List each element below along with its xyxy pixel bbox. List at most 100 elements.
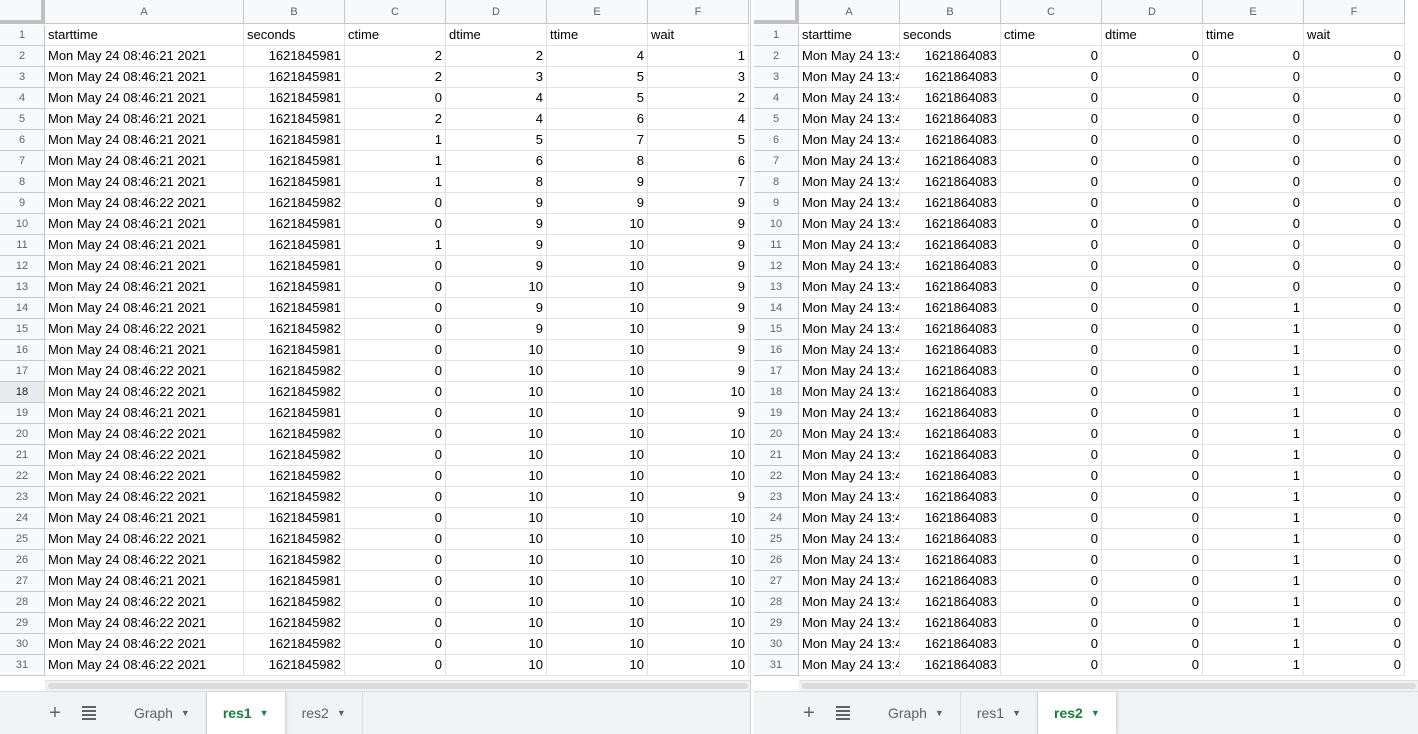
cell-seconds[interactable]: 1621864083 [900,256,1001,277]
cell-wait[interactable]: 7 [648,172,749,193]
cell-ctime[interactable]: 0 [345,193,446,214]
cell-wait[interactable]: 0 [1304,445,1405,466]
cell-ttime[interactable]: 10 [547,361,648,382]
cell-ctime[interactable]: 0 [1001,571,1102,592]
cell-seconds[interactable]: 1621845982 [244,466,345,487]
cell-ttime[interactable]: 10 [547,634,648,655]
cell-starttime[interactable]: Mon May 24 13:46:23 2021 [799,151,900,172]
cell-starttime[interactable]: Mon May 24 13:46:23 2021 [799,655,900,676]
cell-wait[interactable]: 0 [1304,571,1405,592]
cell-seconds[interactable]: 1621864083 [900,88,1001,109]
select-all-corner[interactable] [0,0,45,24]
cell-ttime[interactable]: 1 [1203,340,1304,361]
cell-wait[interactable]: 9 [648,298,749,319]
header-cell-seconds[interactable]: seconds [244,25,345,46]
cell-wait[interactable]: 10 [648,550,749,571]
cell-starttime[interactable]: Mon May 24 08:46:22 2021 [45,592,244,613]
cell-wait[interactable]: 9 [648,277,749,298]
cell-dtime[interactable]: 0 [1102,361,1203,382]
column-header-a[interactable]: A [45,0,244,24]
cell-ttime[interactable]: 6 [547,109,648,130]
row-number-21[interactable]: 21 [754,445,799,466]
cell-ttime[interactable]: 10 [547,508,648,529]
cell-starttime[interactable]: Mon May 24 08:46:22 2021 [45,445,244,466]
column-header-d[interactable]: D [1102,0,1203,24]
cell-ttime[interactable]: 10 [547,550,648,571]
cell-dtime[interactable]: 0 [1102,298,1203,319]
cell-seconds[interactable]: 1621845982 [244,529,345,550]
cell-ttime[interactable]: 10 [547,382,648,403]
column-header-e[interactable]: E [1203,0,1304,24]
cell-starttime[interactable]: Mon May 24 13:46:23 2021 [799,592,900,613]
cell-wait[interactable]: 0 [1304,550,1405,571]
cell-ctime[interactable]: 0 [1001,46,1102,67]
row-number-1[interactable]: 1 [0,25,45,46]
cell-dtime[interactable]: 0 [1102,172,1203,193]
cell-ttime[interactable]: 10 [547,487,648,508]
caret-down-icon[interactable]: ▼ [260,708,269,718]
column-header-f[interactable]: F [648,0,749,24]
cell-wait[interactable]: 0 [1304,466,1405,487]
cell-dtime[interactable]: 10 [446,529,547,550]
cell-ttime[interactable]: 9 [547,172,648,193]
all-sheets-button[interactable] [826,692,860,734]
cell-starttime[interactable]: Mon May 24 13:46:23 2021 [799,256,900,277]
cell-seconds[interactable]: 1621864083 [900,466,1001,487]
cell-dtime[interactable]: 0 [1102,214,1203,235]
cell-wait[interactable]: 9 [648,193,749,214]
cell-ctime[interactable]: 1 [345,151,446,172]
cell-wait[interactable]: 10 [648,592,749,613]
cell-dtime[interactable]: 10 [446,277,547,298]
cell-dtime[interactable]: 0 [1102,487,1203,508]
cell-dtime[interactable]: 10 [446,487,547,508]
row-number-13[interactable]: 13 [754,277,799,298]
cell-dtime[interactable]: 0 [1102,235,1203,256]
cell-ctime[interactable]: 0 [345,340,446,361]
cell-dtime[interactable]: 0 [1102,424,1203,445]
cell-seconds[interactable]: 1621864083 [900,109,1001,130]
add-sheet-button[interactable]: + [38,692,72,734]
cell-ctime[interactable]: 0 [1001,109,1102,130]
cell-seconds[interactable]: 1621845982 [244,445,345,466]
row-number-19[interactable]: 19 [754,403,799,424]
cell-seconds[interactable]: 1621845981 [244,214,345,235]
cell-ctime[interactable]: 0 [1001,298,1102,319]
header-cell-ttime[interactable]: ttime [1203,25,1304,46]
cell-ctime[interactable]: 0 [345,634,446,655]
cell-ctime[interactable]: 0 [1001,361,1102,382]
row-number-15[interactable]: 15 [754,319,799,340]
cell-dtime[interactable]: 10 [446,466,547,487]
cell-ttime[interactable]: 10 [547,403,648,424]
cell-seconds[interactable]: 1621864083 [900,550,1001,571]
cell-seconds[interactable]: 1621864083 [900,655,1001,676]
row-number-9[interactable]: 9 [754,193,799,214]
cell-ctime[interactable]: 0 [1001,424,1102,445]
cell-wait[interactable]: 1 [648,46,749,67]
header-cell-starttime[interactable]: starttime [45,25,244,46]
cell-starttime[interactable]: Mon May 24 13:46:23 2021 [799,361,900,382]
cell-ttime[interactable]: 10 [547,571,648,592]
row-number-6[interactable]: 6 [754,130,799,151]
header-cell-dtime[interactable]: dtime [446,25,547,46]
cell-starttime[interactable]: Mon May 24 13:46:23 2021 [799,214,900,235]
cell-wait[interactable]: 10 [648,571,749,592]
cell-ttime[interactable]: 1 [1203,403,1304,424]
cell-ctime[interactable]: 0 [1001,382,1102,403]
cell-ttime[interactable]: 0 [1203,235,1304,256]
cell-wait[interactable]: 0 [1304,235,1405,256]
row-number-5[interactable]: 5 [754,109,799,130]
cell-wait[interactable]: 0 [1304,592,1405,613]
cell-ctime[interactable]: 0 [1001,172,1102,193]
cell-ctime[interactable]: 1 [345,130,446,151]
cell-seconds[interactable]: 1621845981 [244,109,345,130]
cell-ctime[interactable]: 0 [345,655,446,676]
cell-starttime[interactable]: Mon May 24 08:46:21 2021 [45,130,244,151]
cell-seconds[interactable]: 1621864083 [900,613,1001,634]
cell-ttime[interactable]: 0 [1203,130,1304,151]
row-number-25[interactable]: 25 [754,529,799,550]
cell-ctime[interactable]: 0 [345,550,446,571]
cell-dtime[interactable]: 0 [1102,508,1203,529]
cell-dtime[interactable]: 0 [1102,529,1203,550]
cell-ttime[interactable]: 10 [547,277,648,298]
cell-dtime[interactable]: 0 [1102,151,1203,172]
